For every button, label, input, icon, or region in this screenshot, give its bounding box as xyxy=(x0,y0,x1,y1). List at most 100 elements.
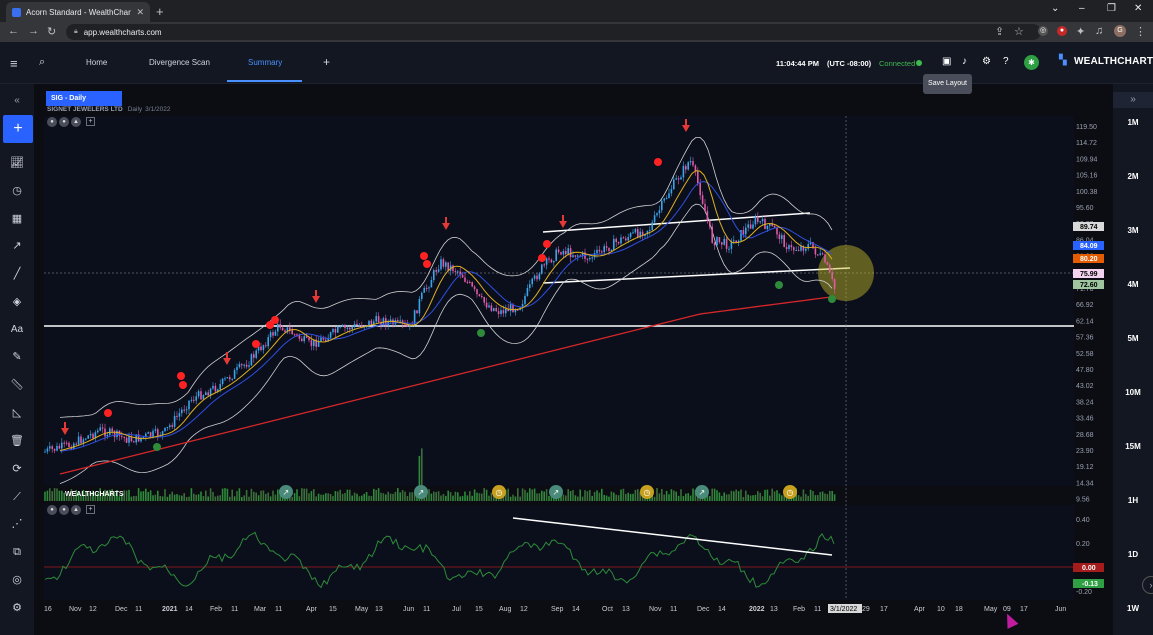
candle-body xyxy=(572,255,574,258)
candle-body xyxy=(557,249,560,253)
candle-body xyxy=(195,396,197,401)
volume-bar xyxy=(615,494,617,501)
volume-bar xyxy=(596,490,598,501)
candle-body xyxy=(766,225,769,230)
time-axis-label: 11 xyxy=(135,606,142,613)
candle-body xyxy=(245,364,248,367)
candle-body xyxy=(754,216,757,225)
candle-body xyxy=(761,218,764,222)
candle-body xyxy=(149,432,152,437)
volume-bar xyxy=(457,492,459,501)
volume-bar xyxy=(718,492,721,501)
candle-body xyxy=(291,330,293,335)
chart-add-indicator-icon[interactable]: + xyxy=(86,117,95,126)
candle-body xyxy=(80,436,82,444)
chart-settings-icon[interactable]: ● xyxy=(47,117,57,127)
volume-bar xyxy=(353,492,356,501)
event-marker-glyph: ↗ xyxy=(418,488,425,497)
volume-bar xyxy=(593,491,596,501)
event-marker-glyph: ↗ xyxy=(699,488,706,497)
candle-body xyxy=(728,248,730,250)
event-marker-glyph: ◷ xyxy=(496,488,503,497)
volume-bar xyxy=(334,491,337,501)
volume-bar xyxy=(152,495,154,501)
volume-bar xyxy=(814,495,817,501)
volume-bar xyxy=(481,493,483,501)
price-axis-label: 109.94 xyxy=(1076,156,1098,163)
candle-body xyxy=(793,247,795,251)
volume-bar xyxy=(363,493,365,501)
candle-body xyxy=(620,237,622,244)
osc-add-icon[interactable]: + xyxy=(86,505,95,514)
volume-bar xyxy=(243,495,245,501)
candle-body xyxy=(785,247,788,250)
volume-bar xyxy=(601,488,603,501)
candle-body xyxy=(538,273,541,280)
volume-bar xyxy=(253,491,255,501)
volume-bar xyxy=(512,494,514,501)
volume-bar xyxy=(389,493,392,501)
candle-body xyxy=(533,275,536,279)
candle-body xyxy=(704,203,706,211)
symbol-badge[interactable]: SIG - Daily xyxy=(46,91,122,106)
volume-bar xyxy=(428,489,430,501)
volume-bar xyxy=(397,488,399,501)
time-axis-label: 14 xyxy=(185,606,193,613)
volume-bar xyxy=(293,493,296,501)
candle-body xyxy=(329,332,332,338)
volume-bar xyxy=(797,495,800,501)
volume-bar xyxy=(317,493,320,501)
osc-settings-icon[interactable]: ● xyxy=(47,505,57,515)
volume-bar xyxy=(291,496,293,501)
sell-signal-dot xyxy=(177,372,185,380)
candle-body xyxy=(173,415,176,427)
price-chart[interactable]: ↗ ↗ ◷ ↗ ◷ ↗ ◷ 119.50 114.72 109.94 105.16 100.38 95… xyxy=(0,0,1153,635)
candle-body xyxy=(485,302,488,308)
osc-alert-icon[interactable]: ▲ xyxy=(71,505,81,515)
candle-body xyxy=(617,241,620,244)
price-axis-label: 105.16 xyxy=(1076,173,1098,180)
candle-body xyxy=(608,247,610,251)
time-axis-label: 11 xyxy=(670,606,677,613)
volume-bar xyxy=(562,494,565,501)
time-axis-label: 15 xyxy=(329,606,337,613)
candle-body xyxy=(166,426,169,428)
candle-body xyxy=(284,330,286,333)
volume-bar xyxy=(725,494,728,501)
candle-body xyxy=(622,237,625,239)
candle-body xyxy=(682,165,685,178)
chart-eye-icon[interactable]: ● xyxy=(59,117,69,127)
volume-bar xyxy=(147,492,149,501)
osc-tag-label: -0.13 xyxy=(1082,581,1098,588)
candle-body xyxy=(596,249,598,254)
volume-bar xyxy=(514,496,517,501)
candle-body xyxy=(699,183,701,196)
oscillator-pane xyxy=(44,505,1074,600)
candle-body xyxy=(673,179,675,190)
volume-bar xyxy=(617,495,620,501)
volume-bar xyxy=(476,492,478,501)
candle-body xyxy=(536,275,538,280)
candle-body xyxy=(469,282,471,284)
volume-bar xyxy=(241,496,243,501)
chart-alert-icon[interactable]: ▲ xyxy=(71,117,81,127)
candle-body xyxy=(445,262,447,267)
volume-bar xyxy=(781,495,783,501)
candle-body xyxy=(305,336,308,338)
candle-body xyxy=(805,248,807,251)
price-axis-label: 114.72 xyxy=(1076,140,1097,147)
volume-bar xyxy=(245,489,248,501)
candle-body xyxy=(289,327,291,331)
volume-bar xyxy=(267,492,269,501)
volume-bar xyxy=(250,488,253,501)
volume-bar xyxy=(824,493,826,501)
osc-eye-icon[interactable]: ● xyxy=(59,505,69,515)
sell-signal-dot xyxy=(252,340,260,348)
volume-bar xyxy=(58,490,61,501)
candle-body xyxy=(709,220,711,227)
candle-body xyxy=(109,428,111,435)
volume-bar xyxy=(670,489,673,501)
volume-bar xyxy=(452,495,454,501)
candle-body xyxy=(377,316,380,323)
candle-body xyxy=(529,284,531,289)
